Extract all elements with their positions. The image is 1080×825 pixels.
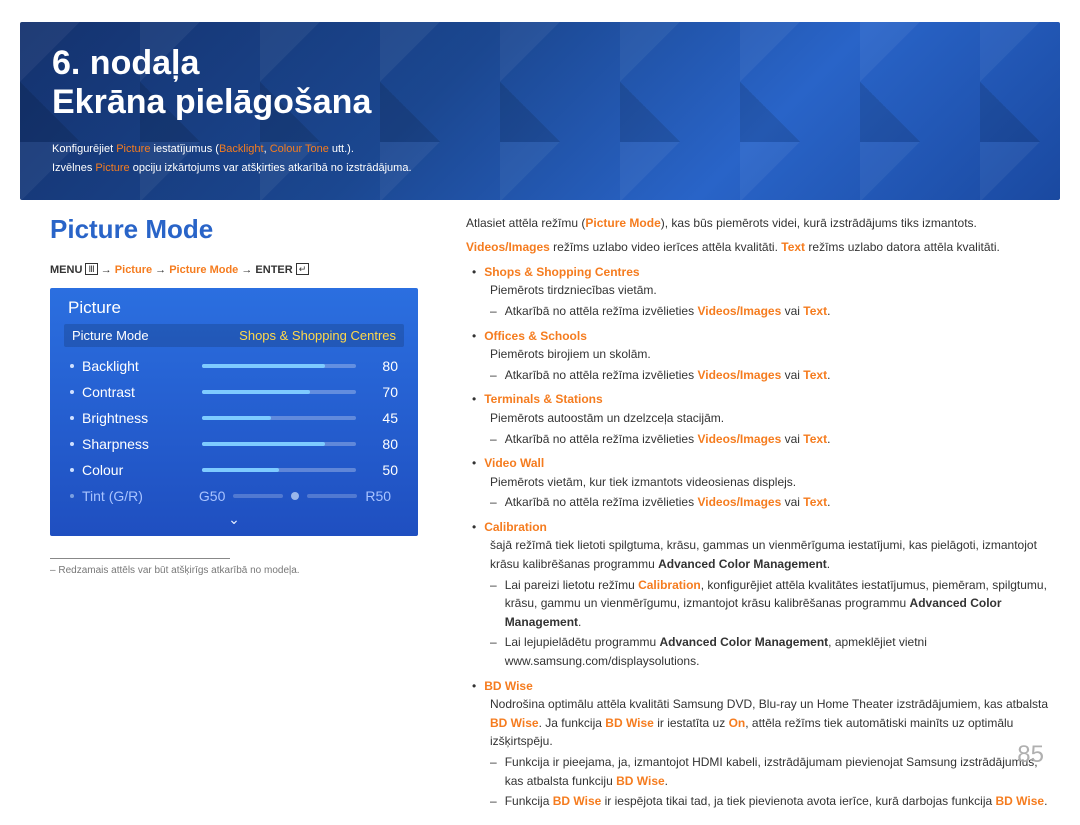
right-column: Atlasiet attēla režīmu (Picture Mode), k…: [466, 214, 1054, 817]
osd-slider-row: Brightness45: [64, 405, 404, 431]
osd-slider-row: Sharpness80: [64, 431, 404, 457]
chapter-number: 6. nodaļa: [52, 44, 199, 82]
banner-sub1: Konfigurējiet Picture iestatījumus (Back…: [52, 140, 1040, 159]
osd-mode-row: Picture Mode Shops & Shopping Centres: [64, 324, 404, 347]
chevron-down-icon: ⌄: [64, 509, 404, 530]
banner-sub2: Izvēlnes Picture opciju izkārtojums var …: [52, 159, 1040, 178]
osd-slider-row: Backlight80: [64, 353, 404, 379]
menu-path: MENU Ⅲ → Picture → Picture Mode → ENTER …: [50, 263, 418, 276]
osd-mode-value: Shops & Shopping Centres: [239, 328, 396, 343]
enter-icon: ↵: [296, 263, 310, 275]
footnote-rule: [50, 558, 230, 559]
chapter-banner: 6. nodaļa Ekrāna pielāgošana Konfigurēji…: [20, 22, 1060, 200]
intro-line-1: Atlasiet attēla režīmu (Picture Mode), k…: [466, 214, 1054, 233]
mode-item: •Video WallPiemērots vietām, kur tiek iz…: [472, 454, 1054, 512]
section-title: Picture Mode: [50, 214, 418, 245]
mode-item: •Terminals & StationsPiemērots autoostām…: [472, 390, 1054, 448]
mode-calibration: •Calibration šajā režīmā tiek lietoti sp…: [472, 518, 1054, 671]
mode-bdwise: •BD Wise Nodrošina optimālu attēla kvali…: [472, 677, 1054, 811]
chapter-heading: 6. nodaļa Ekrāna pielāgošana: [52, 44, 1040, 122]
chapter-title: Ekrāna pielāgošana: [52, 83, 371, 121]
mode-item: •Offices & SchoolsPiemērots birojiem un …: [472, 327, 1054, 385]
osd-slider-row: Colour50: [64, 457, 404, 483]
osd-tint-row: Tint (G/R) G50 R50: [64, 483, 404, 509]
osd-mode-label: Picture Mode: [72, 328, 149, 343]
mode-item: •Shops & Shopping CentresPiemērots tirdz…: [472, 263, 1054, 321]
footnote: – Redzamais attēls var būt atšķirīgs atk…: [50, 565, 418, 576]
page-number: 85: [1017, 741, 1044, 769]
osd-title: Picture: [64, 298, 404, 318]
intro-line-2: Videos/Images režīms uzlabo video ierīce…: [466, 238, 1054, 257]
left-column: Picture Mode MENU Ⅲ → Picture → Picture …: [50, 214, 418, 817]
osd-preview: Picture Picture Mode Shops & Shopping Ce…: [50, 288, 418, 536]
osd-slider-row: Contrast70: [64, 379, 404, 405]
menu-icon: Ⅲ: [85, 263, 97, 275]
